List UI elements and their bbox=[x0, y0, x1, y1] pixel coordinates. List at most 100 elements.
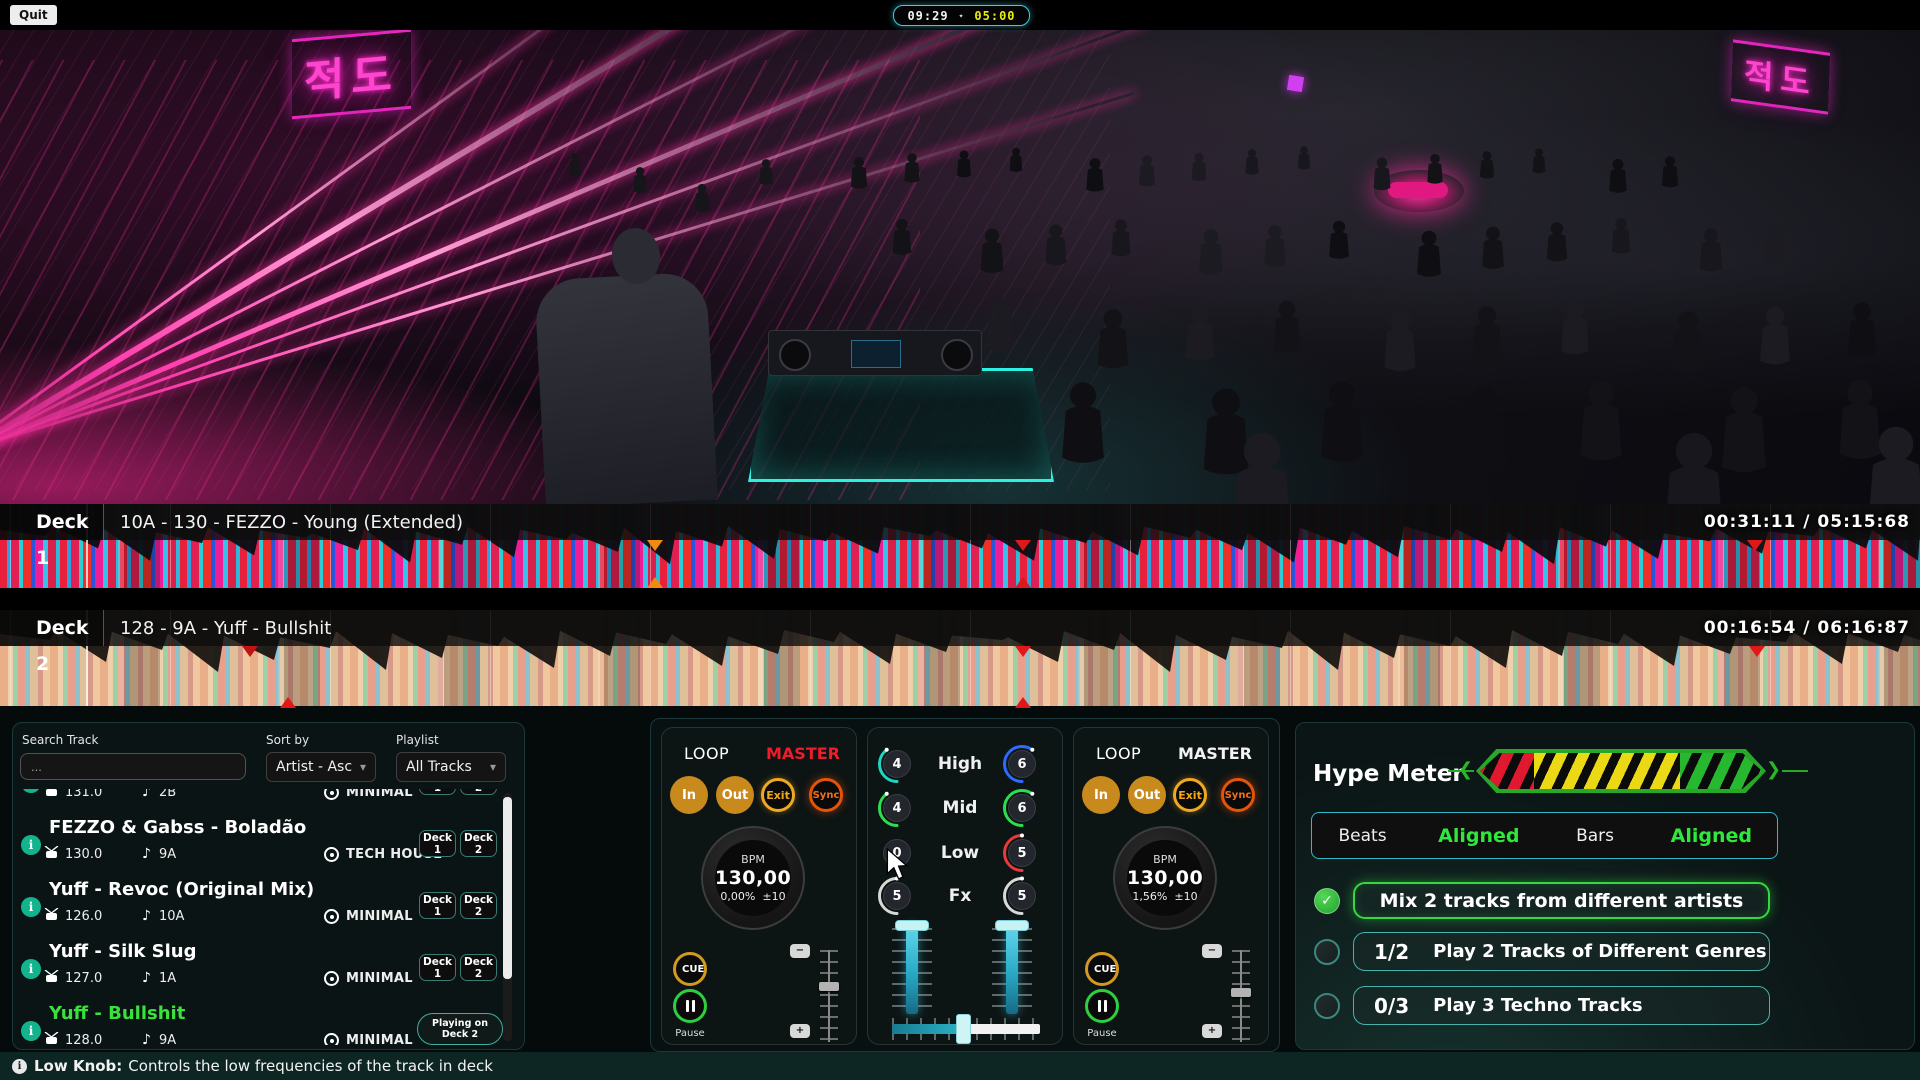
tooltip-status-bar: i Low Knob: Controls the low frequencies… bbox=[0, 1052, 1920, 1080]
pitch-minus-button[interactable]: − bbox=[790, 944, 810, 958]
deck2-pitch-fader[interactable] bbox=[1230, 950, 1252, 1042]
track-key: 10A bbox=[159, 909, 184, 924]
quit-button[interactable]: Quit bbox=[10, 5, 57, 25]
deck2-time: 00:16:54 / 06:16:87 bbox=[1704, 610, 1910, 646]
fader-thumb[interactable] bbox=[956, 1014, 971, 1044]
load-deck1-button[interactable]: Deck 1 bbox=[419, 789, 456, 795]
playlist-select[interactable]: All Tracks ▾ bbox=[396, 752, 506, 782]
deck1-volume-fader[interactable] bbox=[892, 920, 932, 1018]
load-deck2-button[interactable]: Deck 2 bbox=[460, 789, 497, 795]
bpm-display: BPM 130,00 1,56% ±10 bbox=[1127, 840, 1203, 916]
scrollbar-thumb[interactable] bbox=[503, 797, 512, 979]
search-label: Search Track bbox=[22, 733, 98, 747]
track-row-playing[interactable]: i Yuff - Bullshit 128.0 ♪ 9A MINIMAL Pla… bbox=[13, 1000, 518, 1045]
load-deck1-button[interactable]: Deck 1 bbox=[419, 892, 456, 919]
track-row[interactable]: i 131.0 ♪ 2B MINIMAL Deck 1 Deck 2 bbox=[13, 789, 518, 814]
loop-exit-button[interactable]: Exit bbox=[1173, 778, 1207, 812]
loop-in-button[interactable]: In bbox=[670, 776, 708, 814]
master-badge: MASTER bbox=[1178, 744, 1252, 763]
cue-marker bbox=[1747, 540, 1763, 551]
fx-label: Fx bbox=[918, 876, 1002, 916]
master-badge: MASTER bbox=[766, 744, 840, 763]
hype-meter-stripes bbox=[1480, 753, 1762, 789]
hype-meter-title: Hype Meter bbox=[1313, 761, 1464, 787]
music-note-icon: ♪ bbox=[142, 846, 151, 862]
beat-alignment-box: Beats Aligned Bars Aligned bbox=[1311, 812, 1778, 859]
loop-out-button[interactable]: Out bbox=[1128, 776, 1166, 814]
deck2-fx-knob[interactable]: 5 bbox=[1002, 876, 1042, 916]
cue-marker bbox=[280, 697, 296, 708]
objective-empty-icon bbox=[1314, 993, 1340, 1019]
gauge-body bbox=[1476, 749, 1766, 793]
deck1-pitch-fader[interactable] bbox=[818, 950, 840, 1042]
deck1-waveform-strip[interactable]: Deck 1 10A - 130 - FEZZO - Young (Extend… bbox=[0, 504, 1920, 588]
objective-empty-icon bbox=[1314, 939, 1340, 965]
cue-marker bbox=[242, 646, 258, 657]
search-input[interactable] bbox=[20, 753, 246, 780]
track-genre: MINIMAL bbox=[346, 971, 413, 986]
pitch-plus-button[interactable]: + bbox=[790, 1024, 810, 1038]
pause-button[interactable] bbox=[1085, 989, 1119, 1023]
gauge-decor-chevron: ❯ bbox=[1766, 759, 1781, 780]
track-row[interactable]: i Yuff - Revoc (Original Mix) 126.0 ♪ 10… bbox=[13, 876, 518, 938]
sync-button[interactable]: Sync bbox=[809, 778, 843, 812]
pitch-plus-button[interactable]: + bbox=[1202, 1024, 1222, 1038]
chevron-down-icon: ▾ bbox=[360, 760, 366, 774]
deck1-mid-knob[interactable]: 4 bbox=[877, 788, 917, 828]
sort-select[interactable]: Artist - Asc ▾ bbox=[266, 752, 376, 782]
fader-thumb[interactable] bbox=[895, 920, 929, 931]
track-row[interactable]: i FEZZO & Gabss - Boladão 130.0 ♪ 9A TEC… bbox=[13, 814, 518, 876]
objective-item: 1/2 Play 2 Tracks of Different Genres bbox=[1353, 932, 1770, 971]
bpm-display: BPM 130,00 0,00% ±10 bbox=[715, 840, 791, 916]
load-deck1-button[interactable]: Deck 1 bbox=[419, 830, 456, 857]
deck2-mid-knob[interactable]: 6 bbox=[1002, 788, 1042, 828]
loop-out-button[interactable]: Out bbox=[716, 776, 754, 814]
genre-icon bbox=[324, 1033, 339, 1045]
cue-button[interactable]: CUE bbox=[673, 952, 707, 986]
track-title: Yuff - Silk Slug bbox=[49, 941, 197, 962]
load-deck2-button[interactable]: Deck 2 bbox=[460, 830, 497, 857]
beats-label: Beats bbox=[1339, 826, 1387, 846]
deck1-fx-knob[interactable]: 5 bbox=[877, 876, 917, 916]
sync-button[interactable]: Sync bbox=[1221, 778, 1255, 812]
deck1-high-knob[interactable]: 4 bbox=[877, 744, 917, 784]
crossfader[interactable] bbox=[892, 1012, 1040, 1046]
pitch-value: 0,00% bbox=[720, 890, 755, 903]
fader-thumb[interactable] bbox=[819, 982, 839, 991]
fader-thumb[interactable] bbox=[1231, 988, 1251, 997]
drum-icon bbox=[44, 789, 59, 801]
eq-label: Low bbox=[918, 833, 1002, 873]
cue-button[interactable]: CUE bbox=[1085, 952, 1119, 986]
deck1-control-card: LOOP MASTER In Out Exit Sync BPM 130,00 … bbox=[661, 727, 857, 1045]
genre-icon bbox=[324, 971, 339, 986]
track-row[interactable]: i Yuff - Silk Slug 127.0 ♪ 1A MINIMAL De… bbox=[13, 938, 518, 1000]
bpm-value: 130,00 bbox=[1127, 867, 1203, 889]
deck1-low-knob[interactable]: 0 bbox=[877, 833, 917, 873]
load-deck2-button[interactable]: Deck 2 bbox=[460, 954, 497, 981]
hype-meter-panel: Hype Meter ❮ ❯ Beats Aligned Bars Aligne… bbox=[1295, 722, 1915, 1050]
load-deck2-button[interactable]: Deck 2 bbox=[460, 892, 497, 919]
loop-in-button[interactable]: In bbox=[1082, 776, 1120, 814]
track-list-scrollbar[interactable] bbox=[503, 793, 512, 1041]
objective-progress: 1/2 bbox=[1374, 940, 1409, 964]
pitch-minus-button[interactable]: − bbox=[1202, 944, 1222, 958]
track-bpm: 131.0 bbox=[65, 789, 102, 800]
drum-icon bbox=[44, 908, 59, 925]
deck2-volume-fader[interactable] bbox=[992, 920, 1032, 1018]
deck2-low-knob[interactable]: 5 bbox=[1002, 833, 1042, 873]
objective-completed: Mix 2 tracks from different artists bbox=[1353, 882, 1770, 919]
pause-button[interactable] bbox=[673, 989, 707, 1023]
playlist-label: Playlist bbox=[396, 733, 439, 747]
deck1-track-title: 10A - 130 - FEZZO - Young (Extended) bbox=[120, 512, 463, 533]
eq-label: Mid bbox=[918, 788, 1002, 828]
track-list: i 131.0 ♪ 2B MINIMAL Deck 1 Deck 2 i FEZ… bbox=[13, 789, 518, 1045]
tooltip-description: Controls the low frequencies of the trac… bbox=[128, 1057, 493, 1075]
deck2-jog-wheel[interactable]: BPM 130,00 1,56% ±10 bbox=[1113, 826, 1217, 930]
deck1-jog-wheel[interactable]: BPM 130,00 0,00% ±10 bbox=[701, 826, 805, 930]
deck2-high-knob[interactable]: 6 bbox=[1002, 744, 1042, 784]
deck1-header: Deck 1 10A - 130 - FEZZO - Young (Extend… bbox=[0, 504, 1920, 540]
loop-exit-button[interactable]: Exit bbox=[761, 778, 795, 812]
deck2-waveform-strip[interactable]: Deck 2 128 - 9A - Yuff - Bullshit 00:16:… bbox=[0, 610, 1920, 708]
load-deck1-button[interactable]: Deck 1 bbox=[419, 954, 456, 981]
fader-thumb[interactable] bbox=[995, 920, 1029, 931]
